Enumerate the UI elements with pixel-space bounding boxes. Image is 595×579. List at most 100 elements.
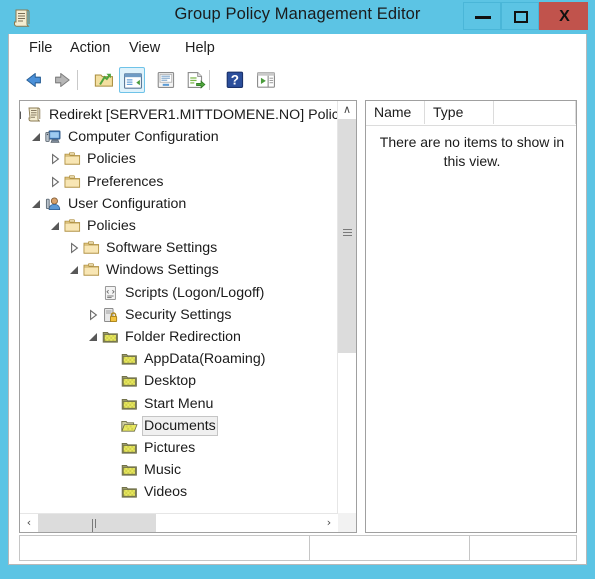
console-tree-icon — [122, 72, 144, 95]
properties-icon — [155, 71, 177, 94]
empty-view-message: There are no items to show in this view. — [379, 134, 565, 169]
properties-button[interactable] — [153, 67, 179, 93]
toolbar-separator — [209, 70, 210, 90]
scroll-right-button[interactable]: › — [320, 514, 338, 532]
column-header-blank[interactable] — [494, 101, 576, 124]
scripts-icon — [102, 285, 119, 301]
export-list-button[interactable] — [183, 67, 209, 93]
details-pane: Name Type There are no items to show in t… — [365, 100, 577, 533]
action-pane-icon — [255, 71, 277, 94]
menu-bar: File Action View Help — [9, 34, 586, 63]
svg-text:?: ? — [231, 73, 239, 88]
folder-icon — [64, 218, 81, 234]
status-bar-segment — [310, 536, 470, 560]
scrollbar-corner — [338, 513, 356, 532]
tree-vscroll-track[interactable] — [338, 119, 356, 514]
collapse-triangle-icon[interactable] — [67, 263, 81, 277]
tree-vertical-scrollbar[interactable]: ∧ ∨ — [337, 101, 356, 532]
tree-item-label: Start Menu — [144, 395, 214, 412]
menu-help[interactable]: Help — [179, 38, 221, 59]
tree-item-label: Redirekt [SERVER1.MITTDOMENE.NO] Polic — [49, 107, 338, 123]
scrollbar-grip-icon — [92, 519, 99, 532]
folder-redirect-icon — [121, 462, 138, 478]
tree-item-label: Preferences — [87, 173, 164, 190]
tree-item-label: Windows Settings — [106, 262, 219, 279]
folder-redirect-open-icon — [121, 418, 138, 434]
folder-redirect-icon — [121, 351, 138, 367]
toolbar-separator — [77, 70, 78, 90]
up-one-level-button[interactable] — [91, 67, 117, 93]
tree-hscroll-track[interactable] — [38, 514, 320, 532]
security-lock-icon — [102, 307, 119, 323]
expand-triangle-icon[interactable] — [86, 308, 100, 322]
expand-triangle-icon[interactable] — [67, 241, 81, 255]
help-button[interactable]: ? — [223, 67, 249, 93]
folder-icon — [64, 151, 81, 167]
show-action-pane-button[interactable] — [253, 67, 279, 93]
tree-item-label: Computer Configuration — [68, 129, 219, 146]
menu-view[interactable]: View — [123, 38, 166, 59]
status-bar-segment — [20, 536, 310, 560]
toolbar: ? — [9, 63, 586, 96]
tree-item-label: Scripts (Logon/Logoff) — [125, 284, 265, 301]
chevron-left-icon: ‹ — [26, 516, 32, 529]
scroll-left-button[interactable]: ‹ — [20, 514, 38, 532]
tree-item-label: Documents — [142, 415, 218, 436]
back-arrow-icon — [21, 71, 45, 94]
folder-up-icon — [93, 71, 115, 94]
computer-icon — [45, 129, 62, 145]
minimize-button[interactable] — [463, 2, 501, 30]
column-header-type[interactable]: Type — [425, 101, 494, 124]
collapse-triangle-icon[interactable] — [20, 108, 24, 122]
folder-redirect-icon — [121, 373, 138, 389]
console-tree-pane: Redirekt [SERVER1.MITTDOMENE.NO] Polic Co… — [19, 100, 357, 533]
column-header-name[interactable]: Name — [366, 101, 425, 124]
tree-item-label: Security Settings — [125, 306, 232, 323]
tree-vscroll-thumb[interactable] — [338, 119, 356, 353]
collapse-triangle-icon[interactable] — [29, 130, 43, 144]
tree-item-label: User Configuration — [68, 195, 187, 212]
chevron-up-icon: ∧ — [342, 103, 352, 116]
close-button[interactable]: X — [539, 2, 588, 30]
folder-icon — [83, 240, 100, 256]
folder-redirect-icon — [121, 484, 138, 500]
tree-item-label: Music — [144, 462, 182, 479]
tree-item-label: Pictures — [144, 440, 196, 456]
tree-item-label: Videos — [144, 484, 188, 501]
console-tree[interactable]: Redirekt [SERVER1.MITTDOMENE.NO] Polic Co… — [20, 101, 338, 532]
scrollbar-grip-icon — [343, 229, 352, 236]
maximize-button[interactable] — [501, 2, 539, 30]
expand-triangle-icon[interactable] — [48, 152, 62, 166]
title-bar: Group Policy Management Editor X — [0, 0, 595, 34]
client-area: File Action View Help ? Redirekt [SERVER1.M… — [8, 34, 587, 565]
folder-redirect-icon — [121, 396, 138, 412]
forward-button[interactable] — [49, 67, 75, 93]
tree-item-label: Policies — [87, 151, 136, 168]
collapse-triangle-icon[interactable] — [29, 197, 43, 211]
minimize-icon — [475, 16, 491, 19]
tree-item-label: AppData(Roaming) — [144, 351, 266, 368]
scroll-up-button[interactable]: ∧ — [338, 101, 356, 119]
collapse-triangle-icon[interactable] — [86, 330, 100, 344]
tree-horizontal-scrollbar[interactable]: ‹ › — [20, 513, 338, 532]
back-button[interactable] — [19, 67, 45, 93]
details-column-header: Name Type — [366, 101, 576, 126]
export-list-icon — [185, 71, 207, 94]
menu-action[interactable]: Action — [64, 38, 116, 59]
tree-hscroll-thumb[interactable] — [38, 514, 156, 532]
expand-triangle-icon[interactable] — [48, 175, 62, 189]
folder-redirect-icon — [121, 440, 138, 456]
status-bar-segment — [470, 536, 576, 560]
tree-item-label: Folder Redirection — [125, 329, 241, 345]
forward-arrow-icon — [51, 71, 75, 94]
close-icon: X — [559, 8, 570, 25]
folder-icon — [64, 174, 81, 190]
folder-redirect-icon — [102, 329, 119, 345]
menu-file[interactable]: File — [23, 38, 58, 59]
maximize-icon — [514, 11, 528, 23]
collapse-triangle-icon[interactable] — [48, 219, 62, 233]
tree-item-label: Policies — [87, 218, 136, 234]
tree-item-label: Software Settings — [106, 240, 218, 257]
folder-icon — [83, 262, 100, 278]
show-hide-console-tree-button[interactable] — [119, 67, 145, 93]
